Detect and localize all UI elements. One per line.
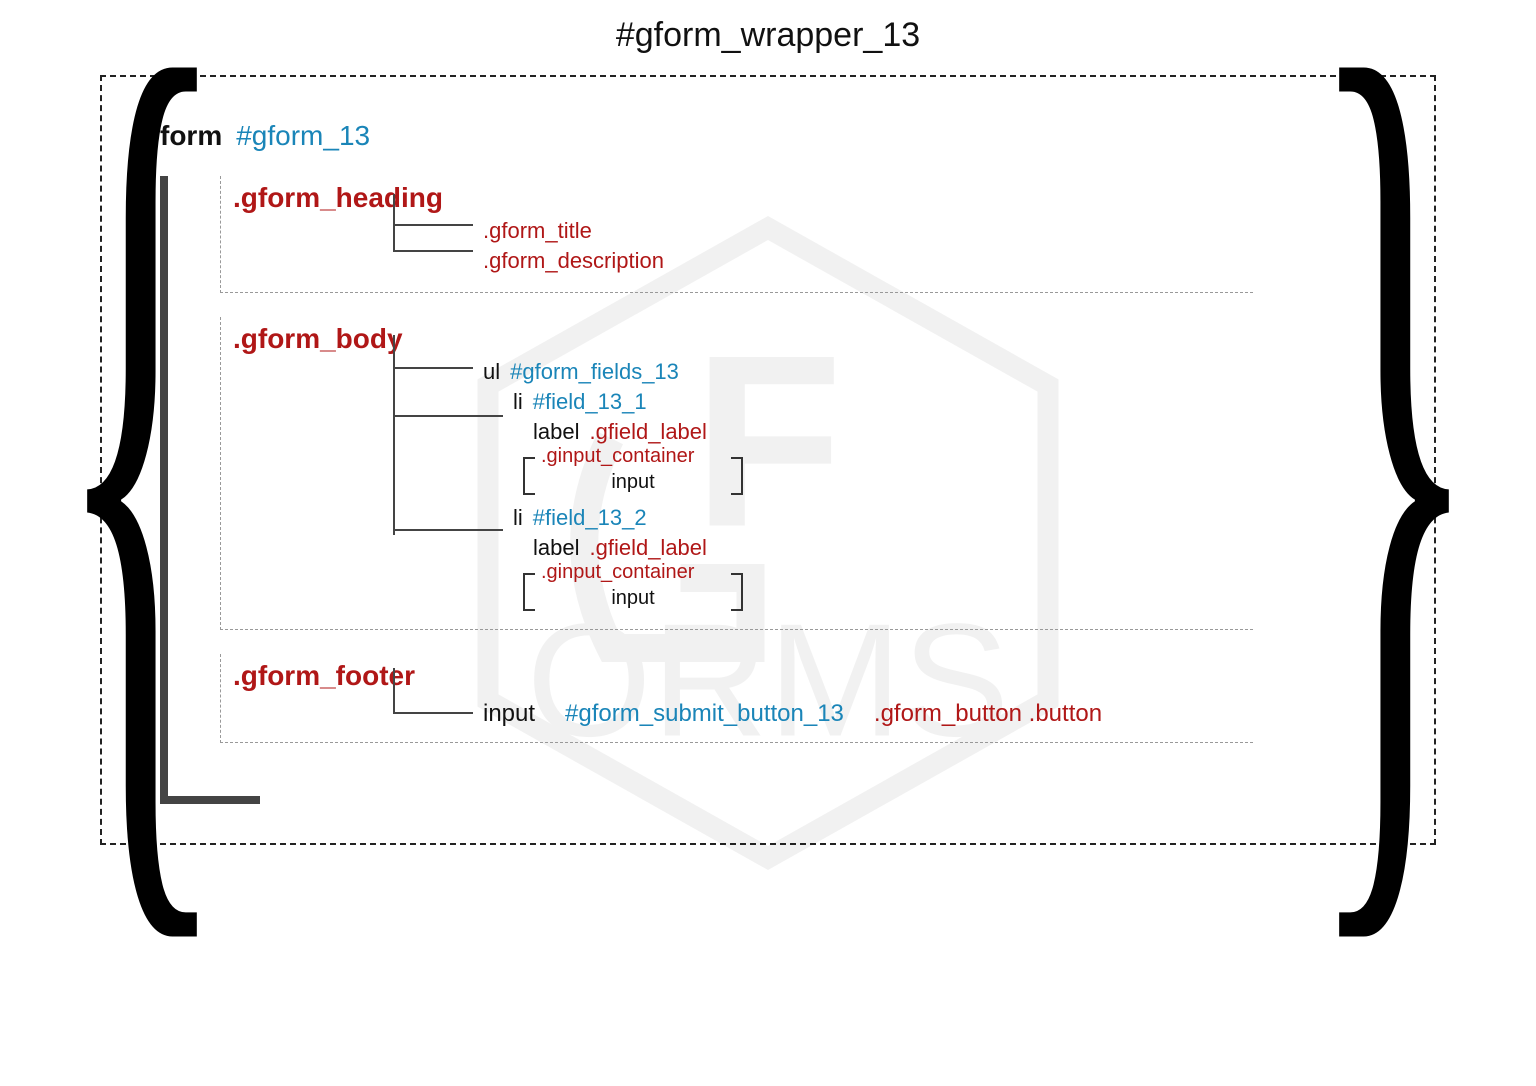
section-heading: .gform_heading .gform_title .gform_descr… [220, 176, 1253, 293]
form-tag-label: form [160, 120, 222, 152]
field1-li-tag: li [513, 389, 523, 415]
field2-input-label: input [523, 587, 743, 610]
field2-id: #field_13_2 [533, 505, 647, 531]
field2-input-container: .ginput_container input [523, 565, 743, 615]
field1-input-label: input [523, 471, 743, 494]
ul-tag-label: ul [483, 359, 500, 385]
field1-id: #field_13_1 [533, 389, 647, 415]
heading-title-class: .gform_title [483, 218, 592, 244]
body-tree-v [393, 335, 395, 535]
tree-main-bottom-tick [160, 796, 260, 804]
field2-li-tag: li [513, 505, 523, 531]
heading-tree-h1 [393, 224, 473, 226]
field2-label-class: .gfield_label [589, 535, 706, 561]
field1-label-class: .gfield_label [589, 419, 706, 445]
ul-id-label: #gform_fields_13 [510, 359, 679, 385]
body-tree-h-li2 [393, 529, 503, 531]
field1-container-class: .ginput_container [541, 445, 694, 468]
heading-class-label: .gform_heading [233, 182, 1253, 214]
field2-label-tag: label [533, 535, 579, 561]
heading-tree-h2 [393, 250, 473, 252]
footer-tree-h [393, 712, 473, 714]
body-tree-h-ul [393, 367, 473, 369]
field1-label-tag: label [533, 419, 579, 445]
tree-main-vertical [160, 176, 168, 796]
field1-input-container: .ginput_container input [523, 449, 743, 499]
heading-description-class: .gform_description [483, 248, 664, 274]
section-footer: .gform_footer input #gform_submit_button… [220, 654, 1253, 743]
footer-tree-v [393, 668, 395, 712]
tree-main-top-tick [160, 176, 168, 184]
form-id-label: #gform_13 [236, 120, 370, 152]
body-class-label: .gform_body [233, 323, 1253, 355]
section-body: .gform_body ul #gform_fields_13 li #fiel… [220, 317, 1253, 630]
heading-tree-v [393, 194, 395, 250]
footer-class-label: .gform_footer [233, 660, 1253, 692]
body-tree-h-li1 [393, 415, 503, 417]
field2-container-class: .ginput_container [541, 561, 694, 584]
